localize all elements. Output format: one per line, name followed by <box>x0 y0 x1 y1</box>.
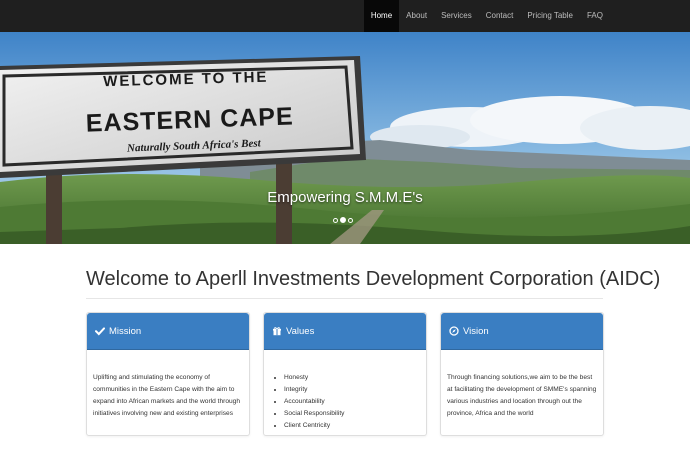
values-item-social-responsibility: Social Responsibility <box>284 408 420 420</box>
checkmark-icon <box>95 326 105 336</box>
nav-links: Home About Services Contact Pricing Tabl… <box>363 0 610 32</box>
mission-panel-heading: Mission <box>87 313 249 350</box>
nav-link-pricing-table[interactable]: Pricing Table <box>520 0 580 32</box>
carousel-indicator-2[interactable] <box>340 217 346 223</box>
vision-heading-label: Vision <box>463 325 489 337</box>
values-item-accountability: Accountability <box>284 396 420 408</box>
hero-caption: Empowering S.M.M.E's <box>267 189 423 206</box>
page-title: Welcome to Aperll Investments Developmen… <box>86 268 661 290</box>
nav-link-faq[interactable]: FAQ <box>580 0 610 32</box>
values-item-client-centricity: Client Centricity <box>284 420 420 432</box>
carousel-indicators <box>333 217 353 223</box>
vision-panel-heading: Vision <box>441 313 603 350</box>
nav-link-contact[interactable]: Contact <box>479 0 521 32</box>
carousel-indicator-1[interactable] <box>333 217 338 223</box>
values-panel: Values Honesty Integrity Accountability … <box>263 312 427 436</box>
values-list: Honesty Integrity Accountability Social … <box>270 372 420 432</box>
nav-link-services[interactable]: Services <box>434 0 479 32</box>
vision-text: Through financing solutions,we aim to be… <box>447 374 597 417</box>
mission-text: Uplifting and stimulating the economy of… <box>93 374 240 417</box>
values-item-honesty: Honesty <box>284 372 420 384</box>
values-item-integrity: Integrity <box>284 384 420 396</box>
carousel-indicator-3[interactable] <box>348 217 353 223</box>
compass-icon <box>449 326 459 336</box>
vision-panel-body: Through financing solutions,we aim to be… <box>441 350 603 420</box>
mission-heading-label: Mission <box>109 325 142 337</box>
title-divider <box>86 298 603 299</box>
nav-link-about[interactable]: About <box>399 0 434 32</box>
top-navbar: Home About Services Contact Pricing Tabl… <box>0 0 690 33</box>
hero-carousel[interactable]: WELCOME TO THE EASTERN CAPE Naturally So… <box>0 32 690 244</box>
mission-panel-body: Uplifting and stimulating the economy of… <box>87 350 249 420</box>
mission-panel: Mission Uplifting and stimulating the ec… <box>86 312 250 436</box>
vision-panel: Vision Through financing solutions,we ai… <box>440 312 604 436</box>
values-panel-heading: Values <box>264 313 426 350</box>
hero-landscape-image: WELCOME TO THE EASTERN CAPE Naturally So… <box>0 32 690 244</box>
nav-link-home[interactable]: Home <box>363 0 400 32</box>
values-heading-label: Values <box>286 325 315 337</box>
gift-icon <box>272 326 282 336</box>
values-panel-body: Honesty Integrity Accountability Social … <box>264 350 426 432</box>
